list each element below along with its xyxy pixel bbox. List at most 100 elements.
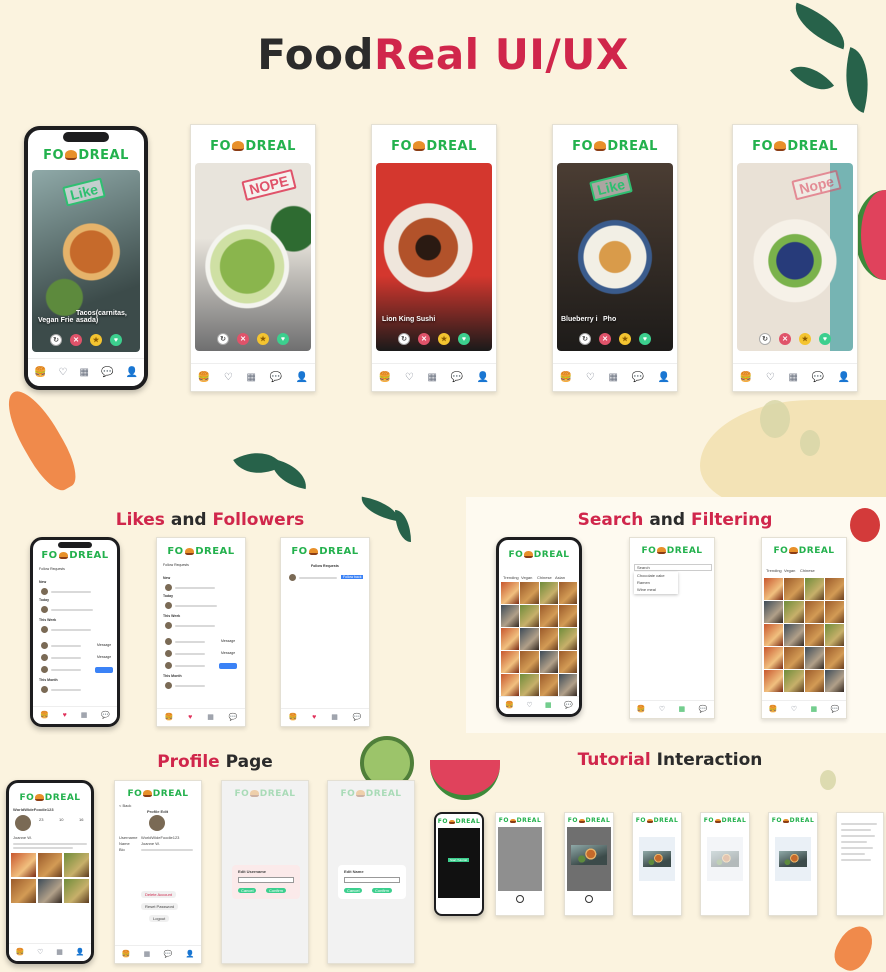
filter-chinese[interactable]: Chinese xyxy=(800,568,815,573)
tab-chat-icon[interactable]: 💬 xyxy=(699,706,708,713)
super-like-button[interactable]: ★ xyxy=(619,333,631,345)
start-tutorial-button[interactable]: Start Tutorial xyxy=(448,858,470,862)
cancel-button[interactable]: Cancel xyxy=(344,888,363,893)
follow-requests-label[interactable]: Follow Requests xyxy=(163,563,189,567)
message-button[interactable]: Message xyxy=(221,639,235,643)
tab-likes-icon[interactable]: ♡ xyxy=(659,706,665,713)
tab-search-icon[interactable]: ▦ xyxy=(811,706,818,713)
filter-trending[interactable]: Trending xyxy=(503,575,519,580)
tab-likes-icon[interactable]: ♡ xyxy=(224,372,233,383)
undo-button[interactable]: ↻ xyxy=(398,333,410,345)
confirm-button[interactable]: Confirm xyxy=(266,888,287,893)
like-button[interactable]: ♥ xyxy=(639,333,651,345)
tab-chat-icon[interactable]: 💬 xyxy=(632,372,644,383)
tab-chat-icon[interactable]: 💬 xyxy=(229,714,238,721)
food-card[interactable]: Like Vegan Frie Tacos(carnitas, asada) ↻… xyxy=(32,170,140,352)
shutter-button[interactable] xyxy=(516,895,524,903)
tab-home-icon[interactable]: 🍔 xyxy=(769,706,778,713)
tab-home-icon[interactable]: 🍔 xyxy=(122,951,131,958)
profile-avatar[interactable] xyxy=(15,815,31,831)
filter-chinese[interactable]: Chinese xyxy=(537,575,552,580)
food-card[interactable]: NOPE ↻ ✕ ★ ♥ xyxy=(195,163,311,351)
filter-vegan[interactable]: Vegan xyxy=(784,568,795,573)
confirm-button[interactable]: Confirm xyxy=(372,888,393,893)
tab-search-icon[interactable]: ▦ xyxy=(331,714,338,721)
message-button[interactable]: Message xyxy=(97,643,111,647)
nope-button[interactable]: ✕ xyxy=(70,334,82,346)
tab-likes-icon[interactable]: ♡ xyxy=(59,367,68,378)
logout-button[interactable]: Logout xyxy=(149,915,170,922)
tab-home-icon[interactable]: 🍔 xyxy=(288,714,297,721)
super-like-button[interactable]: ★ xyxy=(90,334,102,346)
tab-search-icon[interactable]: ▦ xyxy=(80,367,89,378)
food-card[interactable]: Lion King Sushi ↻ ✕ ★ ♥ xyxy=(376,163,492,351)
field-username-value[interactable]: WorldWideFoodie123 xyxy=(141,835,179,840)
nope-button[interactable]: ✕ xyxy=(779,333,791,345)
tab-home-icon[interactable]: 🍔 xyxy=(505,702,514,709)
dialog-input[interactable] xyxy=(238,877,294,883)
tab-search-icon[interactable]: ▦ xyxy=(144,951,151,958)
undo-button[interactable]: ↻ xyxy=(759,333,771,345)
tab-likes-icon[interactable]: ♡ xyxy=(791,706,797,713)
tab-chat-icon[interactable]: 💬 xyxy=(270,372,282,383)
tab-likes-icon[interactable]: ♡ xyxy=(766,372,775,383)
tab-search-icon[interactable]: ▦ xyxy=(545,702,552,709)
tab-chat-icon[interactable]: 💬 xyxy=(353,714,362,721)
cancel-button[interactable]: Cancel xyxy=(238,888,257,893)
tab-profile-icon[interactable]: 👤 xyxy=(477,372,489,383)
super-like-button[interactable]: ★ xyxy=(799,333,811,345)
tab-profile-icon[interactable]: 👤 xyxy=(658,372,670,383)
tab-search-icon[interactable]: ▦ xyxy=(81,712,88,719)
tab-home-icon[interactable]: 🍔 xyxy=(637,706,646,713)
like-button[interactable]: ♥ xyxy=(458,333,470,345)
tab-search-icon[interactable]: ▦ xyxy=(789,372,798,383)
tab-home-icon[interactable]: 🍔 xyxy=(379,372,391,383)
tab-chat-icon[interactable]: 💬 xyxy=(101,712,110,719)
food-card[interactable]: Nope ↻ ✕ ★ ♥ xyxy=(737,163,853,351)
like-button[interactable]: ♥ xyxy=(110,334,122,346)
tab-profile-icon[interactable]: 👤 xyxy=(186,951,195,958)
nope-button[interactable]: ✕ xyxy=(237,333,249,345)
tab-profile-icon[interactable]: 👤 xyxy=(125,367,137,378)
tab-search-icon[interactable]: ▦ xyxy=(56,949,63,956)
dialog-input[interactable] xyxy=(344,877,400,883)
filter-asian[interactable]: Asian xyxy=(555,575,565,580)
tab-chat-icon[interactable]: 💬 xyxy=(812,372,824,383)
shutter-button[interactable] xyxy=(585,895,593,903)
undo-button[interactable]: ↻ xyxy=(579,333,591,345)
nope-button[interactable]: ✕ xyxy=(418,333,430,345)
field-name-value[interactable]: Joanne W. xyxy=(141,841,160,846)
super-like-button[interactable]: ★ xyxy=(438,333,450,345)
tab-search-icon[interactable]: ▦ xyxy=(428,372,437,383)
tab-search-icon[interactable]: ▦ xyxy=(609,372,618,383)
follow-button[interactable] xyxy=(95,667,113,673)
nope-button[interactable]: ✕ xyxy=(599,333,611,345)
dropdown-option[interactable]: Ramen xyxy=(637,580,650,585)
tab-home-icon[interactable]: 🍔 xyxy=(198,372,210,383)
tab-home-icon[interactable]: 🍔 xyxy=(40,712,49,719)
tab-search-icon[interactable]: ▦ xyxy=(247,372,256,383)
filter-vegan[interactable]: Vegan xyxy=(521,575,532,580)
undo-button[interactable]: ↻ xyxy=(217,333,229,345)
follow-requests-label[interactable]: Follow Requests xyxy=(39,567,65,571)
search-input[interactable]: Search xyxy=(634,564,712,571)
tab-likes-icon[interactable]: ♡ xyxy=(586,372,595,383)
food-card[interactable]: Like Blueberry i Pho ↻ ✕ ★ ♥ xyxy=(557,163,673,351)
tab-chat-icon[interactable]: 💬 xyxy=(164,951,173,958)
tab-profile-icon[interactable]: 👤 xyxy=(76,949,85,956)
tab-home-icon[interactable]: 🍔 xyxy=(560,372,572,383)
like-button[interactable]: ♥ xyxy=(819,333,831,345)
tab-likes-icon[interactable]: ♥ xyxy=(312,714,316,721)
message-button[interactable]: Message xyxy=(97,655,111,659)
tab-likes-icon[interactable]: ♥ xyxy=(63,712,67,719)
follow-back-button[interactable]: Follow back xyxy=(341,575,364,579)
tab-home-icon[interactable]: 🍔 xyxy=(740,372,752,383)
delete-account-button[interactable]: Delete Account xyxy=(141,891,176,898)
tab-home-icon[interactable]: 🍔 xyxy=(15,949,24,956)
like-button[interactable]: ♥ xyxy=(277,333,289,345)
dropdown-option[interactable]: Chocolate cake xyxy=(637,573,665,578)
filter-trending[interactable]: Trending xyxy=(766,568,782,573)
tab-home-icon[interactable]: 🍔 xyxy=(34,367,46,378)
follow-button[interactable] xyxy=(219,663,237,669)
tab-search-icon[interactable]: ▦ xyxy=(207,714,214,721)
